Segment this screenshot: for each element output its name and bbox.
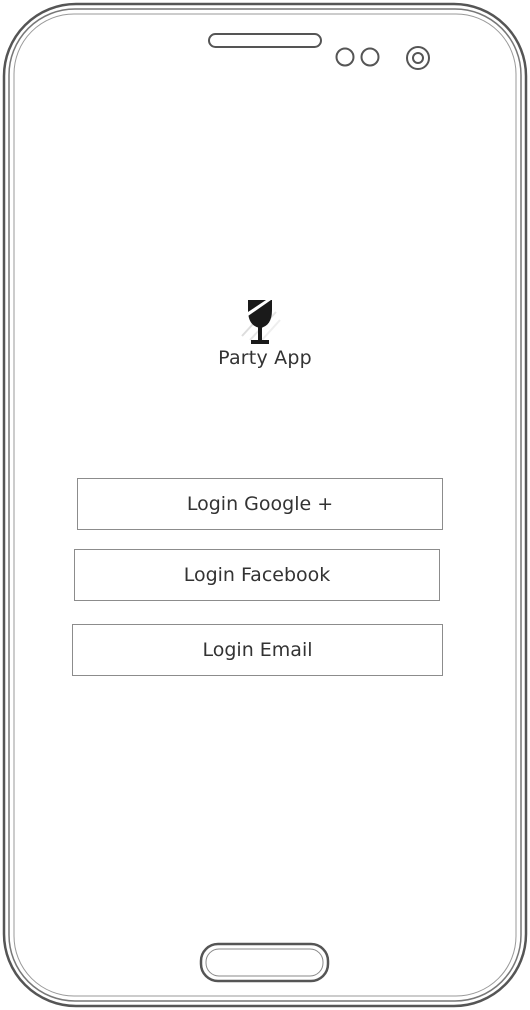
login-google-button[interactable]: Login Google + [77,478,443,530]
speaker-grille-icon [208,33,322,48]
home-button-icon[interactable] [199,942,330,983]
app-title: Party App [218,347,312,369]
wine-glass-icon [241,300,281,344]
login-email-label: Login Email [202,639,313,661]
login-facebook-label: Login Facebook [183,564,331,586]
login-email-button[interactable]: Login Email [72,624,443,676]
login-google-label: Login Google + [186,493,334,515]
login-facebook-button[interactable]: Login Facebook [74,549,440,601]
